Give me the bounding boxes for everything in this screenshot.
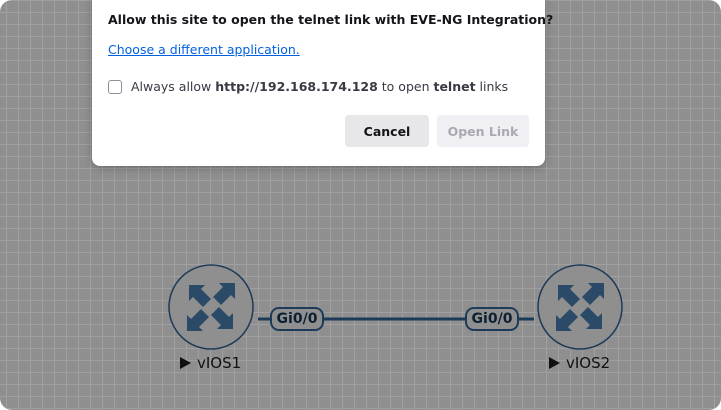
always-allow-middle: to open [377,79,434,94]
node-name: vIOS1 [197,354,242,372]
always-allow-protocol: telnet [433,79,476,94]
always-allow-checkbox[interactable] [108,79,122,94]
port-label-b[interactable]: Gi0/0 [465,307,519,331]
open-link-dialog: Allow this site to open the telnet link … [92,0,553,166]
port-label-b-text: Gi0/0 [471,311,513,327]
port-label-a-text: Gi0/0 [276,311,318,327]
router-icon[interactable] [168,264,254,350]
always-allow-host: http://192.168.174.128 [215,79,378,94]
node-label-vios1[interactable]: vIOS1 [180,354,241,372]
cancel-button[interactable]: Cancel [345,115,429,147]
port-label-a[interactable]: Gi0/0 [270,307,324,331]
open-link-button[interactable]: Open Link [437,115,529,147]
play-icon[interactable] [549,357,560,369]
always-allow-prefix: Always allow [131,79,216,94]
node-name: vIOS2 [566,354,611,372]
dialog-title: Allow this site to open the telnet link … [108,12,554,27]
always-allow-suffix: links [475,79,509,94]
play-icon[interactable] [180,357,191,369]
router-icon[interactable] [537,264,623,350]
choose-application-link[interactable]: Choose a different application. [108,42,300,57]
always-allow-row[interactable]: Always allow http://192.168.174.128 to o… [108,79,508,94]
node-label-vios2[interactable]: vIOS2 [549,354,610,372]
